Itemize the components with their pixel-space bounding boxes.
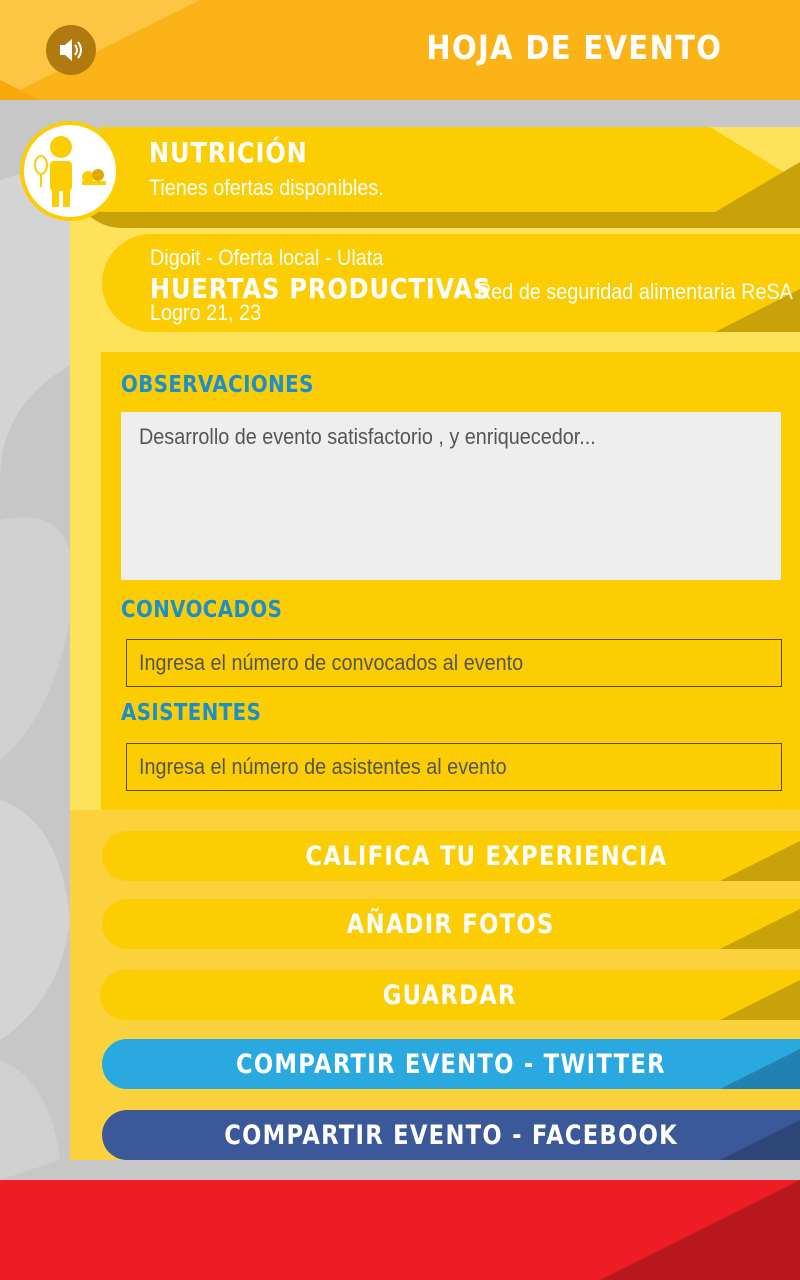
nutrition-person-icon [34,136,106,207]
save-label: GUARDAR [382,979,518,1011]
event-network: Red de seguridad alimentaria ReSA [477,279,793,304]
event-achievement: Logro 21, 23 [150,300,262,325]
bottom-bar [0,1180,800,1280]
speaker-volume-icon [60,39,82,61]
observations-value: Desarrollo de evento satisfactorio , y e… [139,424,596,449]
save-button[interactable]: GUARDAR [100,970,800,1020]
add-photos-button[interactable]: AÑADIR FOTOS [102,899,800,949]
rate-experience-button[interactable]: CALIFICA TU EXPERIENCIA [102,831,800,881]
observations-textarea[interactable]: Desarrollo de evento satisfactorio , y e… [121,412,781,580]
attendees-label: ASISTENTES [121,700,262,726]
share-twitter-button[interactable]: COMPARTIR EVENTO - TWITTER [102,1039,800,1089]
category-avatar [20,121,120,221]
observations-label: OBSERVACIONES [121,372,314,398]
summoned-input[interactable]: Ingresa el número de convocados al event… [126,639,782,687]
top-app-bar: HOJA DE EVENTO [0,0,800,100]
rate-experience-label: CALIFICA TU EXPERIENCIA [305,840,667,872]
summoned-label: CONVOCADOS [121,597,283,623]
share-facebook-button[interactable]: COMPARTIR EVENTO - FACEBOOK [102,1110,800,1160]
share-facebook-label: COMPARTIR EVENTO - FACEBOOK [224,1119,678,1151]
category-subtitle: Tienes ofertas disponibles. [149,175,384,200]
page-title: HOJA DE EVENTO [426,28,722,67]
summoned-placeholder: Ingresa el número de convocados al event… [139,650,524,675]
share-twitter-label: COMPARTIR EVENTO - TWITTER [236,1048,666,1080]
sound-toggle-button[interactable] [46,25,96,75]
add-photos-label: AÑADIR FOTOS [347,908,555,940]
attendees-placeholder: Ingresa el número de asistentes al event… [139,754,507,779]
attendees-input[interactable]: Ingresa el número de asistentes al event… [126,743,782,791]
event-offer-line: Digoit - Oferta local - Ulata [150,245,384,270]
category-title: NUTRICIÓN [149,136,308,169]
